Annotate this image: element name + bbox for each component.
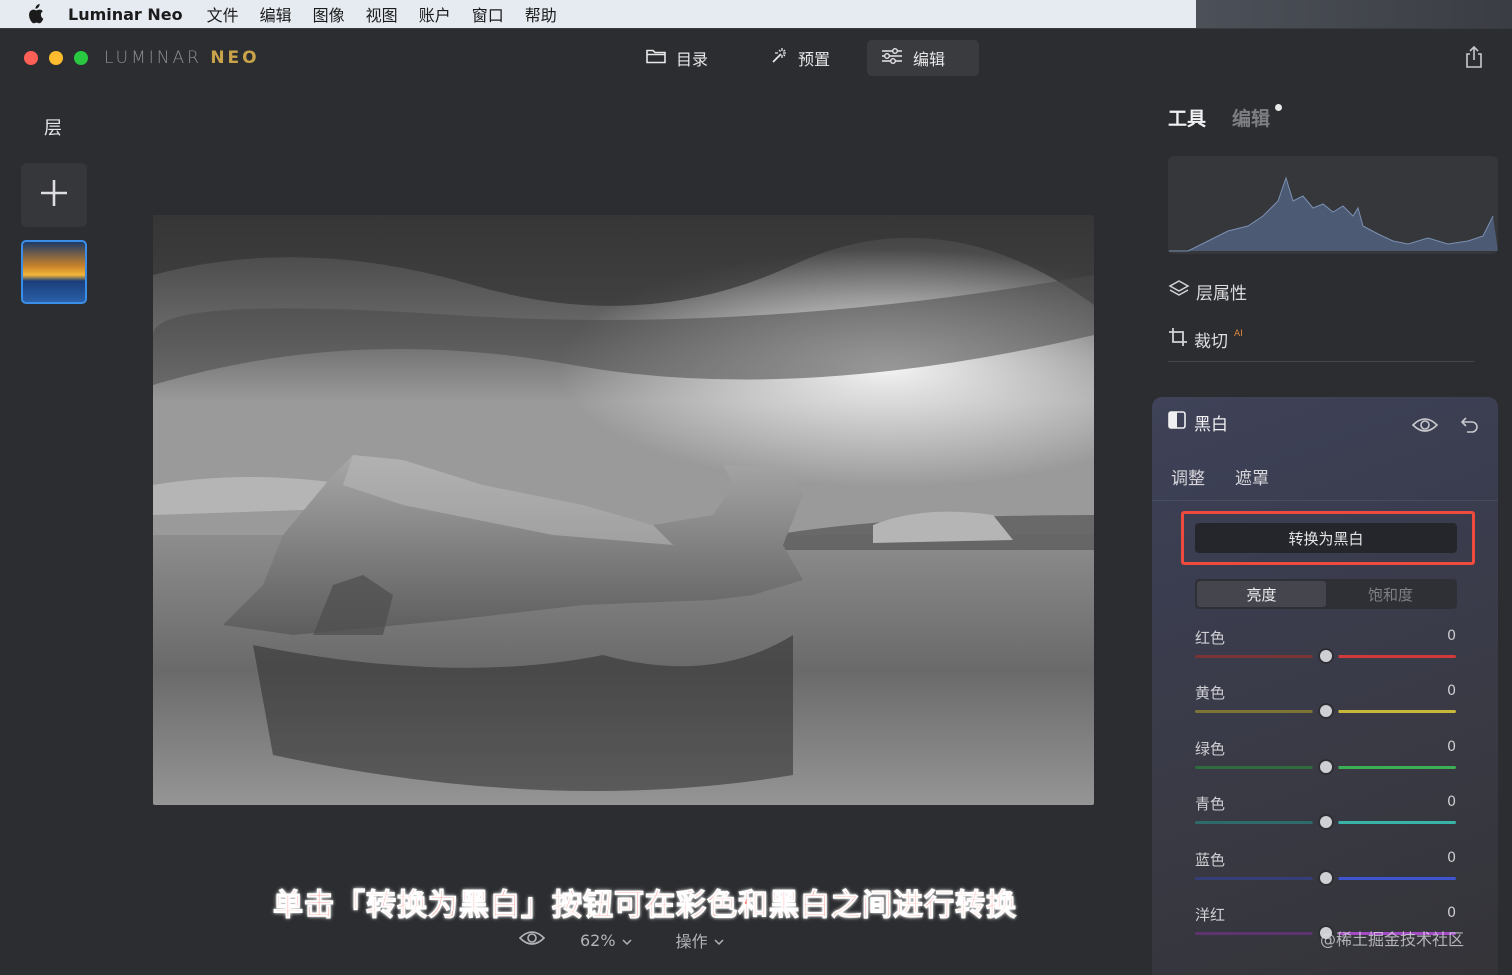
menu-window[interactable]: 窗口: [472, 2, 504, 26]
actions-dropdown[interactable]: 操作: [676, 928, 724, 952]
convert-to-bw-button[interactable]: 转换为黑白: [1195, 523, 1457, 553]
slider-label-yellow: 黄色: [1195, 684, 1226, 703]
slider-knob-yellow[interactable]: [1317, 703, 1334, 720]
slider-knob-green[interactable]: [1317, 758, 1334, 775]
layer-properties-label: 层属性: [1196, 284, 1247, 304]
sliders-icon: [881, 48, 903, 68]
ai-badge: AI: [1234, 328, 1243, 339]
desktop-background: [1196, 0, 1512, 28]
layers-title: 层: [44, 118, 62, 139]
slider-value-blue: 0: [1447, 849, 1456, 866]
menu-edit[interactable]: 编辑: [260, 2, 292, 26]
slider-label-red: 红色: [1195, 629, 1226, 647]
menu-app-name[interactable]: Luminar Neo: [68, 5, 183, 24]
subtab-adjust[interactable]: 调整: [1171, 464, 1205, 489]
plus-icon: [39, 178, 69, 212]
menu-file[interactable]: 文件: [207, 2, 239, 26]
slider-label-cyan: 青色: [1195, 795, 1226, 814]
zoom-dropdown[interactable]: 62%: [580, 931, 632, 950]
menu-image[interactable]: 图像: [313, 2, 345, 26]
slider-label-magenta: 洋红: [1195, 906, 1226, 924]
luminance-tab[interactable]: 亮度: [1197, 581, 1326, 607]
menu-account[interactable]: 账户: [419, 2, 451, 26]
half-square-icon: [1168, 411, 1186, 434]
divider: [1168, 361, 1474, 362]
bottom-toolbar: 62% 操作: [518, 928, 724, 952]
logo-text: LUMINAR: [104, 48, 211, 68]
actions-label: 操作: [675, 932, 708, 951]
magic-wand-icon: [770, 47, 788, 69]
zoom-window-button[interactable]: [74, 51, 88, 65]
tutorial-caption: 单击「转换为黑白」按钮可在彩色和黑白之间进行转换: [273, 888, 1017, 924]
slider-label-blue: 蓝色: [1195, 850, 1226, 869]
edits-indicator-dot: [1275, 104, 1282, 111]
layers-stack-icon: [1168, 279, 1190, 304]
tab-presets-label: 预置: [798, 50, 831, 69]
logo-accent-text: NEO: [210, 48, 260, 68]
menu-view[interactable]: 视图: [366, 2, 398, 26]
subtab-mask[interactable]: 遮罩: [1235, 464, 1269, 489]
crop-label: 裁切: [1194, 332, 1228, 352]
app-logo: LUMINAR NEO: [104, 48, 260, 68]
tab-presets[interactable]: 预置: [756, 40, 844, 76]
zoom-value: 62%: [580, 930, 616, 950]
eye-preview-icon[interactable]: [518, 929, 546, 951]
folder-icon: [646, 48, 666, 68]
divider: [1152, 500, 1498, 501]
saturation-tab[interactable]: 饱和度: [1326, 581, 1455, 607]
slider-label-green: 绿色: [1195, 739, 1226, 758]
black-white-title: 黑白: [1194, 415, 1228, 435]
slider-value-red: 0: [1447, 628, 1456, 644]
tab-tools[interactable]: 工具: [1168, 104, 1206, 131]
slider-knob-cyan[interactable]: [1317, 814, 1334, 831]
slider-value-cyan: 0: [1447, 794, 1456, 811]
tab-catalog[interactable]: 目录: [632, 40, 722, 76]
crop-icon: [1168, 327, 1188, 352]
layer-properties-row[interactable]: 层属性: [1168, 279, 1247, 304]
share-icon[interactable]: [1464, 45, 1484, 68]
black-white-header[interactable]: 黑白: [1168, 410, 1228, 435]
crop-row[interactable]: 裁切 AI: [1168, 327, 1243, 352]
tab-edits[interactable]: 编辑: [1232, 104, 1270, 131]
chevron-down-icon: [714, 931, 724, 950]
eye-visibility-icon[interactable]: [1411, 416, 1439, 438]
menu-bar: Luminar Neo 文件 编辑 图像 视图 账户 窗口 帮助: [0, 0, 1196, 28]
slider-value-yellow: 0: [1447, 683, 1456, 700]
tab-catalog-label: 目录: [676, 50, 709, 69]
bw-subtabs: 调整 遮罩: [1171, 464, 1269, 489]
slider-knob-blue[interactable]: [1317, 869, 1334, 886]
tab-edit-label: 编辑: [913, 50, 946, 69]
minimize-window-button[interactable]: [49, 51, 63, 65]
slider-value-green: 0: [1447, 738, 1456, 755]
add-layer-button[interactable]: [21, 163, 87, 227]
histogram: [1168, 156, 1498, 254]
photo-canvas[interactable]: [153, 215, 1094, 805]
tab-edit[interactable]: 编辑: [867, 40, 979, 76]
slider-value-magenta: 0: [1447, 905, 1456, 921]
layer-thumbnail[interactable]: [21, 240, 87, 304]
chevron-down-icon: [622, 931, 632, 950]
watermark: @稀土掘金技术社区: [1320, 930, 1465, 949]
luminance-saturation-toggle: 亮度 饱和度: [1195, 579, 1457, 609]
reset-undo-icon[interactable]: [1459, 415, 1479, 439]
apple-icon[interactable]: [26, 4, 44, 24]
close-window-button[interactable]: [24, 51, 38, 65]
slider-knob-red[interactable]: [1317, 648, 1334, 664]
menu-help[interactable]: 帮助: [525, 2, 557, 26]
